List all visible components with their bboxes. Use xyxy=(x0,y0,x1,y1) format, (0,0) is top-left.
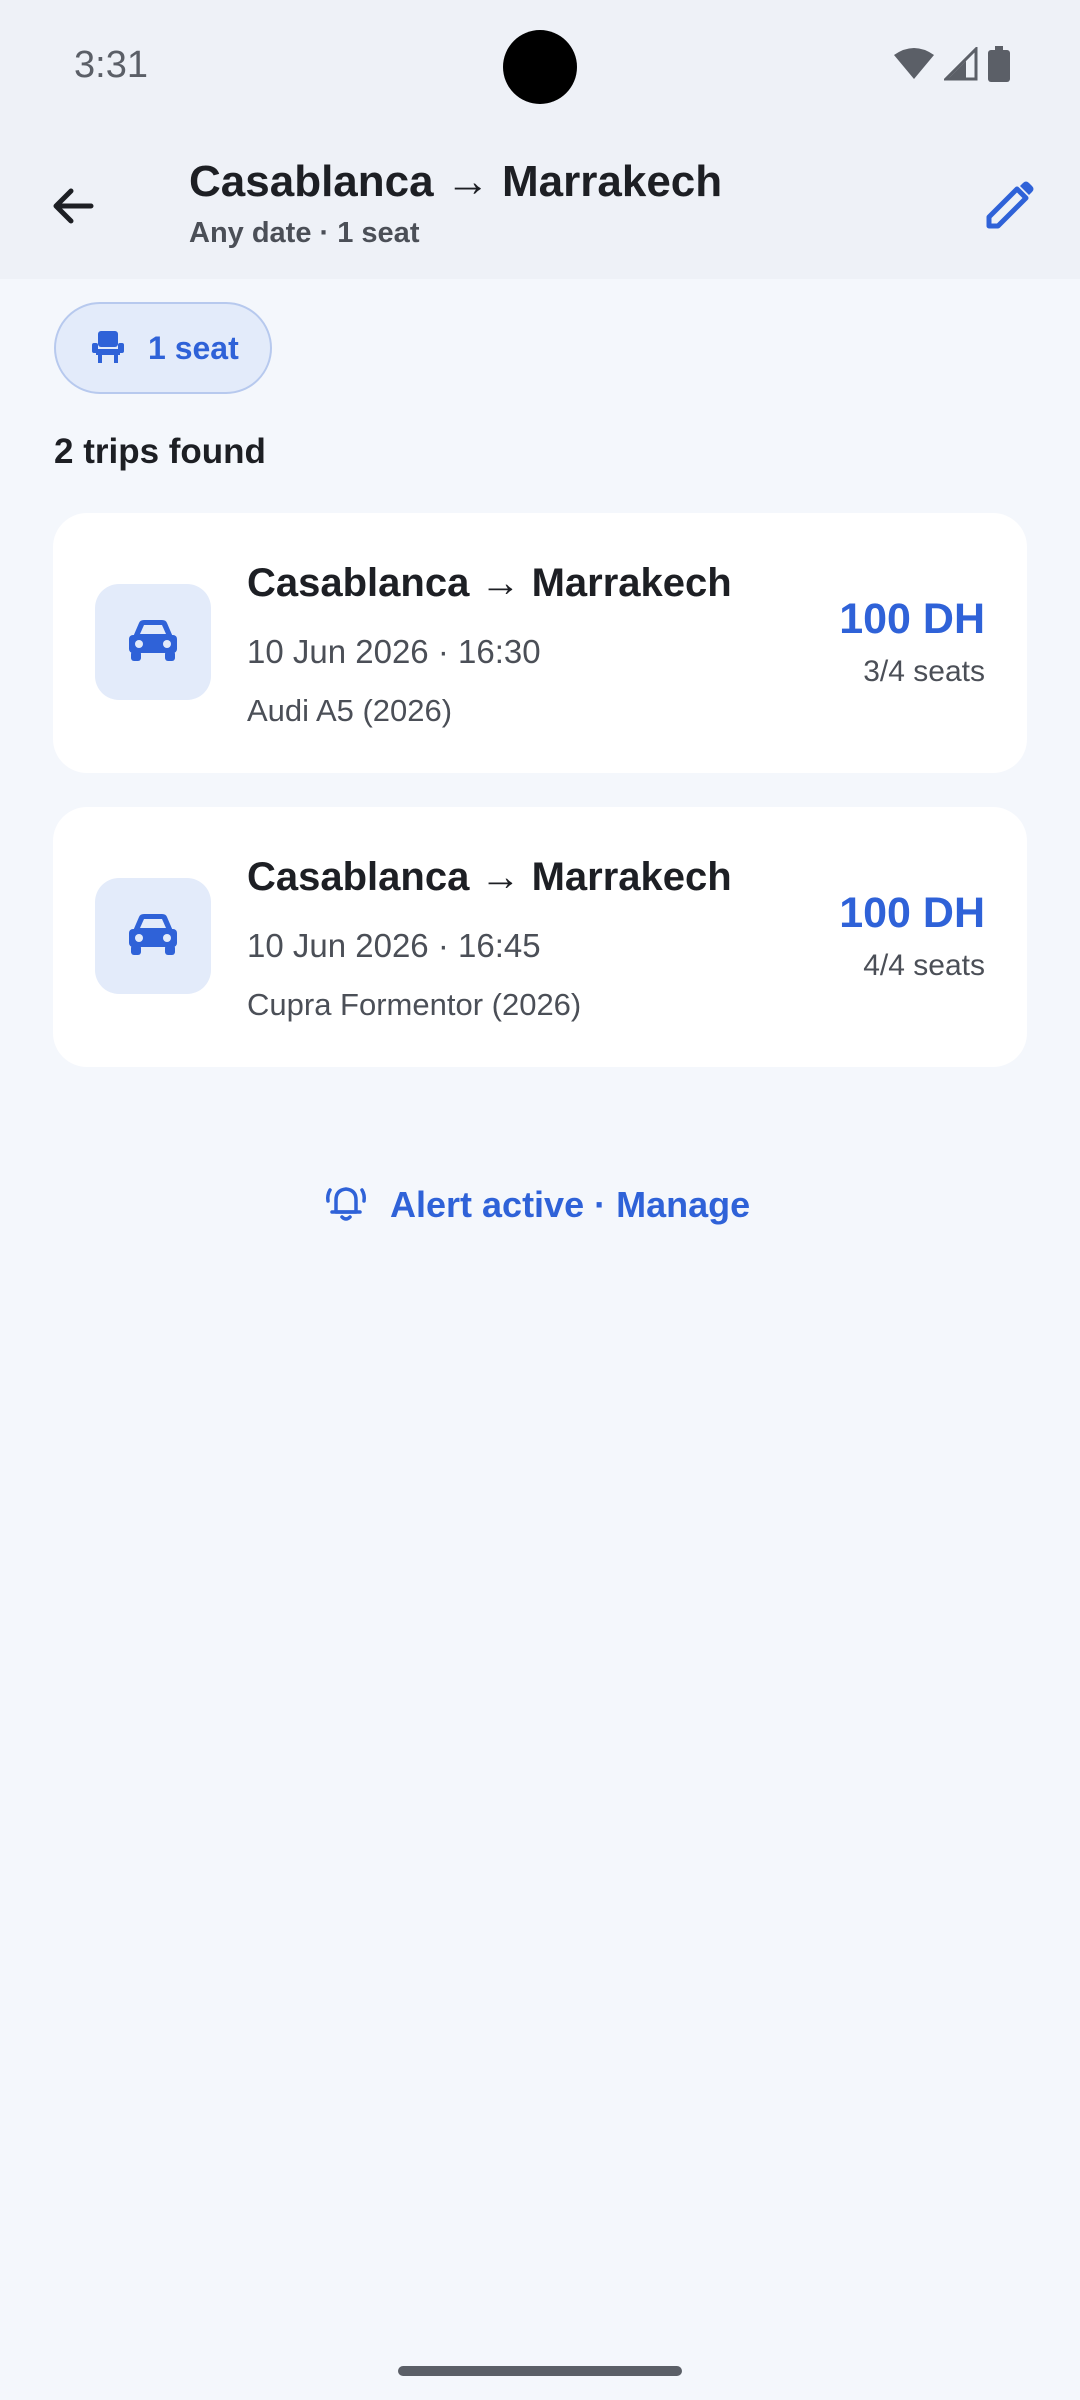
seat-filter-chip[interactable]: 1 seat xyxy=(54,302,272,394)
trip-datetime: 10 Jun 2026 · 16:45 xyxy=(247,927,541,964)
manage-alert-label: Alert active · Manage xyxy=(390,1183,751,1225)
app-bar: Casablanca → Marrakech Any date · 1 seat xyxy=(0,135,1080,279)
home-gesture-bar[interactable] xyxy=(398,2366,682,2376)
car-icon xyxy=(127,911,179,962)
trip-route: Casablanca → Marrakech xyxy=(247,855,732,899)
front-camera xyxy=(503,30,577,104)
wifi-icon xyxy=(894,47,934,86)
trip-car: Cupra Formentor (2026) xyxy=(247,987,582,1022)
trip-seats: 4/4 seats xyxy=(863,949,985,982)
trip-card[interactable]: Casablanca → Marrakech 10 Jun 2026 · 16:… xyxy=(53,807,1027,1067)
seat-filter-label: 1 seat xyxy=(148,329,239,366)
manage-alert-button[interactable]: Alert active · Manage xyxy=(324,1180,750,1229)
page-subtitle: Any date · 1 seat xyxy=(189,217,420,249)
trip-car: Audi A5 (2026) xyxy=(247,693,453,728)
car-icon xyxy=(127,617,179,668)
trip-icon-tile xyxy=(95,878,211,994)
page-title: Casablanca → Marrakech xyxy=(189,157,723,206)
trip-route: Casablanca → Marrakech xyxy=(247,561,732,605)
edit-search-button[interactable] xyxy=(974,173,1044,243)
trip-card[interactable]: Casablanca → Marrakech 10 Jun 2026 · 16:… xyxy=(53,513,1027,773)
trip-seats: 3/4 seats xyxy=(863,655,985,688)
trip-datetime: 10 Jun 2026 · 16:30 xyxy=(247,633,541,670)
bell-ringing-icon xyxy=(324,1180,368,1229)
status-time: 3:31 xyxy=(74,44,148,86)
cellular-signal-icon xyxy=(942,45,978,86)
results-count: 2 trips found xyxy=(54,432,266,471)
trip-icon-tile xyxy=(95,584,211,700)
battery-icon xyxy=(988,46,1010,87)
trip-price: 100 DH xyxy=(839,595,985,643)
seat-icon xyxy=(90,329,126,368)
back-button[interactable] xyxy=(40,175,106,241)
arrow-back-icon xyxy=(49,182,97,235)
status-bar: 3:31 xyxy=(0,0,1080,135)
status-icons xyxy=(894,45,1010,87)
pencil-icon xyxy=(983,180,1035,237)
trip-price: 100 DH xyxy=(839,889,985,937)
